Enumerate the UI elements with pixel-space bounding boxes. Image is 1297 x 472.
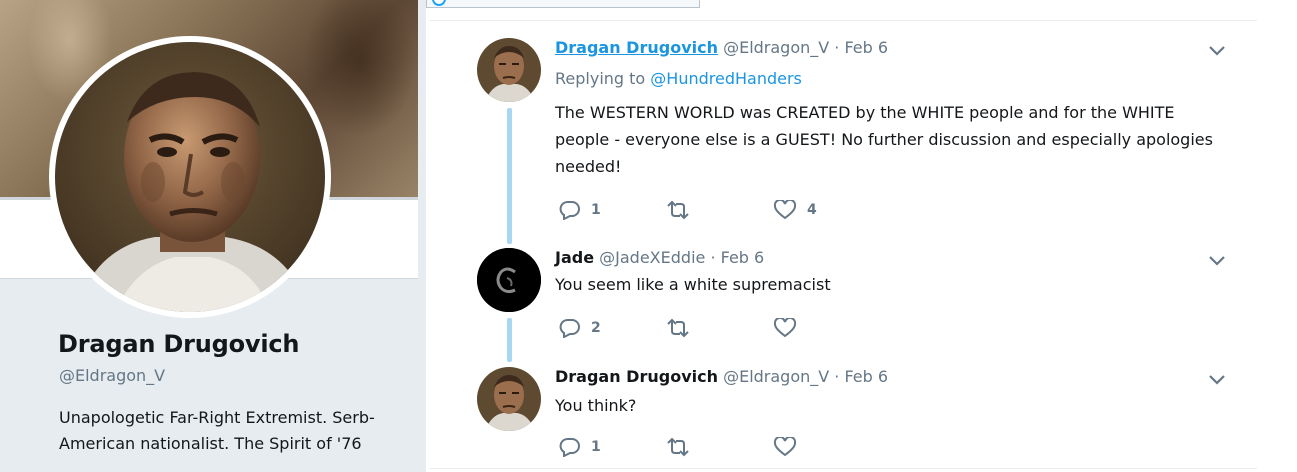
retweet-icon [667, 437, 689, 457]
tweet-date[interactable]: · Feb 6 [834, 367, 888, 386]
reply-count: 1 [591, 202, 601, 218]
chevron-down-icon[interactable] [1208, 374, 1226, 386]
retweet-icon [667, 200, 689, 220]
reply-count: 1 [591, 439, 601, 455]
profile-avatar[interactable] [49, 36, 331, 318]
avatar-portrait [477, 38, 541, 102]
retweet-button[interactable] [665, 198, 701, 222]
tweet-header: Dragan Drugovich @Eldragon_V · Feb 6 [555, 367, 888, 386]
chevron-down-icon[interactable] [1208, 45, 1226, 57]
like-icon [773, 437, 797, 457]
like-icon [773, 318, 797, 338]
reply-button[interactable]: 2 [559, 316, 601, 340]
browser-tab-strip[interactable] [426, 0, 700, 8]
tweet-avatar[interactable] [477, 367, 541, 431]
avatar-portrait [477, 367, 541, 431]
tweet-author-name[interactable]: Dragan Drugovich [555, 38, 718, 57]
column-divider [418, 0, 426, 472]
like-button[interactable]: 4 [773, 198, 817, 222]
tweet-author-handle[interactable]: @Eldragon_V [723, 367, 829, 386]
tweet-author-name[interactable]: Jade [555, 248, 594, 267]
like-button[interactable] [773, 435, 807, 459]
reply-button[interactable]: 1 [559, 435, 601, 459]
profile-avatar-portrait [55, 42, 325, 312]
retweet-icon [667, 318, 689, 338]
thread-bottom-divider [430, 468, 1257, 469]
reply-button[interactable]: 1 [559, 198, 601, 222]
like-button[interactable] [773, 316, 807, 340]
retweet-button[interactable] [665, 316, 701, 340]
tweet-avatar[interactable] [477, 38, 541, 102]
chevron-down-icon[interactable] [1208, 255, 1226, 267]
tweet-text: You seem like a white supremacist [555, 275, 831, 294]
tweet-header: Jade @JadeXEddie · Feb 6 [555, 248, 764, 267]
profile-bio: Unapologetic Far-Right Extremist. Serb-A… [59, 408, 375, 453]
avatar-image [477, 248, 541, 312]
tweet-header: Dragan Drugovich @Eldragon_V · Feb 6 [555, 38, 888, 57]
profile-display-name[interactable]: Dragan Drugovich [58, 330, 299, 358]
thread-connector-line [507, 108, 512, 244]
tweet-author-name[interactable]: Dragan Drugovich [555, 367, 718, 386]
retweet-button[interactable] [665, 435, 701, 459]
tweet-author-handle[interactable]: @Eldragon_V [723, 38, 829, 57]
replying-to-mention[interactable]: @HundredHanders [650, 69, 802, 88]
reply-icon [559, 201, 580, 220]
like-count: 4 [807, 202, 817, 218]
tweet-author-handle[interactable]: @JadeXEddie [599, 248, 705, 267]
tweet-text: The WESTERN WORLD was CREATED by the WHI… [555, 103, 1213, 176]
tweet-text: You think? [555, 396, 637, 415]
like-icon [773, 200, 797, 220]
tweet-date[interactable]: · Feb 6 [834, 38, 888, 57]
profile-panel: Dragan Drugovich @Eldragon_V Unapologeti… [0, 0, 418, 472]
reply-icon [559, 438, 580, 457]
thread-top-divider [430, 20, 1257, 21]
replying-to: Replying to @HundredHanders [555, 69, 802, 88]
profile-handle[interactable]: @Eldragon_V [59, 366, 165, 385]
tweet-avatar[interactable] [477, 248, 541, 312]
thread-connector-line [507, 318, 512, 362]
replying-to-label: Replying to [555, 69, 646, 88]
reply-icon [559, 319, 580, 338]
reply-count: 2 [591, 320, 601, 336]
tweet-date[interactable]: · Feb 6 [710, 248, 764, 267]
